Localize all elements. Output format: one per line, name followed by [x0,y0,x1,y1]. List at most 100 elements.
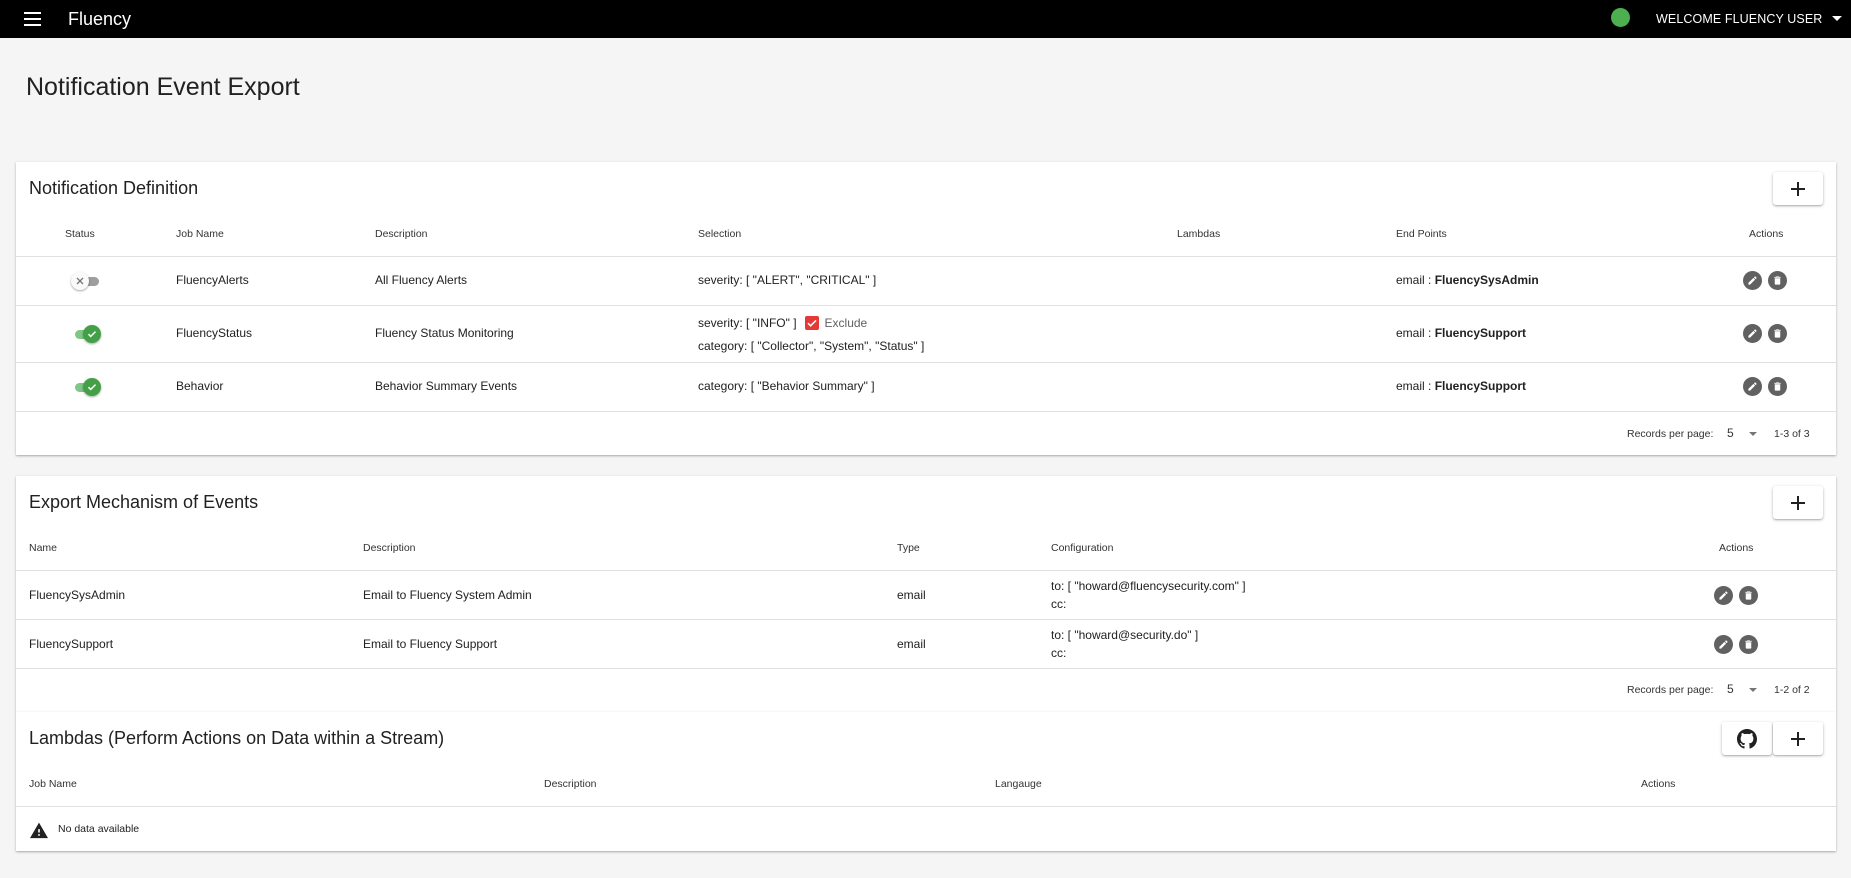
config-to: to: [ "howard@security.do" ] [1051,628,1199,642]
export-type: email [897,637,926,651]
col-header-configuration[interactable]: Configuration [1051,542,1113,554]
user-menu-label: WELCOME FLUENCY USER [1656,12,1823,26]
end-point-name: FluencySysAdmin [1434,273,1539,287]
plus-icon [1791,495,1805,510]
records-per-page-select[interactable]: 5 [1727,426,1761,444]
check-icon [806,319,817,327]
col-header-description[interactable]: Description [375,228,428,240]
trash-icon [1745,591,1752,600]
col-header-end-points[interactable]: End Points [1396,228,1447,240]
config-to: to: [ "howard@fluencysecurity.com" ] [1051,579,1246,593]
export-mechanism-card: Export Mechanism of Events Name Descript… [16,476,1836,712]
selection: category: [ "Behavior Summary" ] [698,379,875,393]
selection-category: category: [ "Collector", "System", "Stat… [698,339,925,353]
col-header-job-name[interactable]: Job Name [29,778,77,790]
col-header-description[interactable]: Description [544,778,597,790]
warning-icon [30,822,48,839]
edit-button[interactable] [1714,586,1733,605]
delete-button[interactable] [1768,377,1787,396]
col-header-actions: Actions [1749,228,1784,240]
pencil-icon [1748,276,1757,285]
status-indicator [1611,8,1630,27]
edit-button[interactable] [1743,377,1762,396]
x-icon [76,277,84,285]
app-bar: Fluency WELCOME FLUENCY USER [0,0,1851,38]
col-header-name[interactable]: Name [29,542,57,554]
pencil-icon [1719,591,1728,600]
exclude-checkbox[interactable] [804,316,819,330]
records-per-page-label: Records per page: [1627,428,1714,440]
end-point: email : FluencySupport [1396,379,1526,393]
edit-button[interactable] [1714,635,1733,654]
edit-button[interactable] [1743,271,1762,290]
user-menu[interactable]: WELCOME FLUENCY USER [1656,9,1843,29]
export-description: Email to Fluency System Admin [363,588,532,602]
description: Behavior Summary Events [375,379,518,393]
check-icon [87,384,97,391]
description: All Fluency Alerts [375,273,468,287]
records-per-page-value: 5 [1727,426,1734,440]
status-toggle[interactable] [71,271,101,291]
col-header-description[interactable]: Description [363,542,416,554]
divider [16,806,1836,807]
end-point-type: email : [1396,326,1435,340]
description: Fluency Status Monitoring [375,326,514,340]
col-header-selection[interactable]: Selection [698,228,741,240]
col-header-type[interactable]: Type [897,542,920,554]
divider [16,256,1836,257]
caret-down-icon [1749,688,1757,692]
card-title: Notification Definition [29,178,199,198]
records-per-page-value: 5 [1727,682,1734,696]
add-lambda-button[interactable] [1773,722,1823,755]
trash-icon [1745,640,1752,649]
add-notification-button[interactable] [1773,172,1823,205]
divider [16,570,1836,571]
end-point-name: FluencySupport [1434,326,1527,340]
status-toggle[interactable] [71,377,101,397]
notification-definition-card: Notification Definition Status Job Name … [16,162,1836,455]
plus-icon [1791,731,1805,746]
divider [16,411,1836,412]
export-name: FluencySupport [29,637,114,651]
divider [16,668,1836,669]
caret-down-icon [1749,432,1757,436]
pagination-range: 1-2 of 2 [1774,684,1810,696]
divider [16,362,1836,363]
end-point: email : FluencySupport [1396,326,1526,340]
export-name: FluencySysAdmin [29,588,126,602]
page-title: Notification Event Export [26,73,300,101]
col-header-lambdas[interactable]: Lambdas [1177,228,1220,240]
trash-icon [1774,382,1781,391]
plus-icon [1791,181,1805,196]
config-cc: cc: [1051,597,1067,611]
divider [16,305,1836,306]
trash-icon [1774,276,1781,285]
col-header-job-name[interactable]: Job Name [176,228,224,240]
selection: severity: [ "ALERT", "CRITICAL" ] [698,273,877,287]
github-button[interactable] [1722,722,1772,755]
card-title: Export Mechanism of Events [29,492,259,512]
app-title: Fluency [68,9,132,29]
menu-icon[interactable] [22,9,44,29]
job-name: Behavior [176,379,224,393]
col-header-status[interactable]: Status [65,228,95,240]
delete-button[interactable] [1768,324,1787,343]
col-header-actions: Actions [1719,542,1754,554]
lambdas-card: Lambdas (Perform Actions on Data within … [16,712,1836,851]
card-title: Lambdas (Perform Actions on Data within … [29,728,445,748]
export-type: email [897,588,926,602]
delete-button[interactable] [1768,271,1787,290]
add-export-button[interactable] [1773,486,1823,519]
config-cc: cc: [1051,646,1067,660]
records-per-page-select[interactable]: 5 [1727,682,1761,700]
delete-button[interactable] [1739,586,1758,605]
exclude-label: Exclude [824,316,868,330]
check-icon [87,331,97,338]
end-point-type: email : [1396,379,1435,393]
status-toggle[interactable] [71,324,101,344]
job-name: FluencyStatus [176,326,253,340]
selection: severity: [ "INFO" ] Exclude [698,316,867,330]
edit-button[interactable] [1743,324,1762,343]
delete-button[interactable] [1739,635,1758,654]
col-header-language[interactable]: Langauge [995,778,1042,790]
